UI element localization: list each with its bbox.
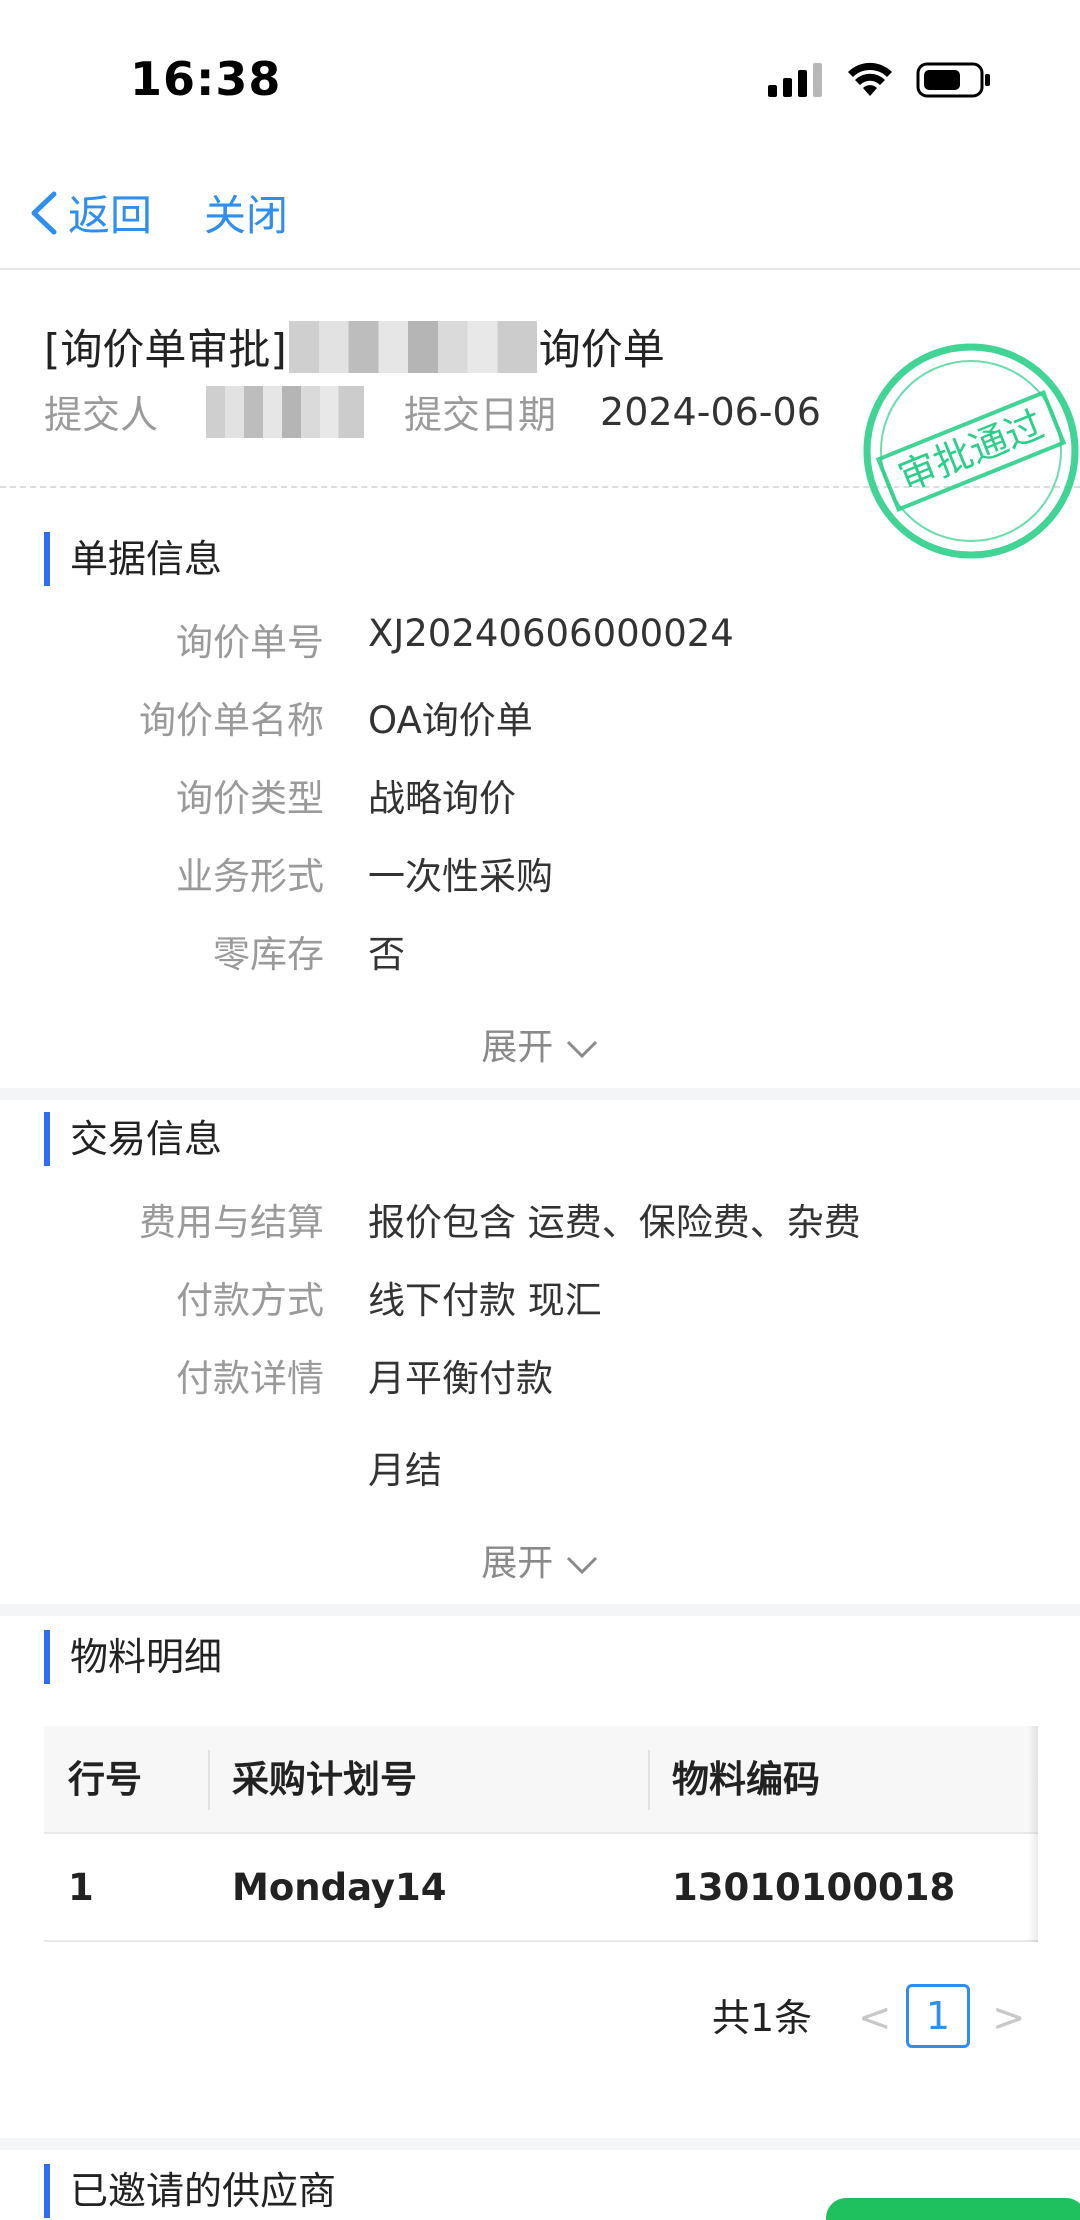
cell-material-code: 13010100018 xyxy=(672,1866,956,1909)
section-title-trade-info: 交易信息 xyxy=(44,1112,222,1166)
column-header-material-code: 物料编码 xyxy=(672,1758,820,1801)
redacted-submitter xyxy=(206,385,365,438)
column-header-line-no: 行号 xyxy=(68,1758,142,1801)
field-value-inquiry-type: 战略询价 xyxy=(368,777,516,820)
field-label-fees-settlement: 费用与结算 xyxy=(139,1201,324,1244)
pagination-total: 共1条 xyxy=(712,1996,813,2040)
field-label-payment-method: 付款方式 xyxy=(176,1279,324,1322)
field-value-fees-settlement: 报价包含 运费、保险费、杂费 xyxy=(368,1201,861,1244)
cell-line-no: 1 xyxy=(68,1866,94,1909)
field-label-payment-detail: 付款详情 xyxy=(176,1357,324,1400)
close-button[interactable]: 关闭 xyxy=(204,182,288,243)
table-header: 行号 采购计划号 物料编码 xyxy=(44,1726,1038,1834)
field-value-zero-stock: 否 xyxy=(368,933,405,976)
pagination-prev-button[interactable]: < xyxy=(858,1986,892,2050)
column-separator xyxy=(648,1750,650,1810)
field-label-inquiry-name: 询价单名称 xyxy=(139,699,324,742)
submitter-row: 提交人 提交日期 2024-06-06 xyxy=(44,384,821,439)
section-divider xyxy=(0,2138,1080,2150)
title-prefix: [询价单审批] xyxy=(44,325,287,374)
expand-label: 展开 xyxy=(481,1027,554,1068)
title-suffix: 询价单 xyxy=(538,325,665,374)
section-divider xyxy=(0,1604,1080,1616)
section-divider xyxy=(0,1088,1080,1100)
payment-note: 月结 xyxy=(368,1449,442,1492)
field-value-payment-method: 线下付款 现汇 xyxy=(368,1279,602,1322)
field-label-business-form: 业务形式 xyxy=(176,855,324,898)
column-separator xyxy=(208,1750,210,1810)
battery-icon xyxy=(916,62,990,98)
chevron-left-icon xyxy=(31,191,57,234)
field-value-business-form: 一次性采购 xyxy=(368,855,553,898)
signal-icon xyxy=(768,63,822,97)
field-value-inquiry-no: XJ20240606000024 xyxy=(368,612,734,655)
status-bar: 16:38 xyxy=(0,0,1080,160)
field-label-zero-stock: 零库存 xyxy=(213,933,324,976)
stamp-text: 审批通过 xyxy=(892,402,1049,500)
pagination-page-1[interactable]: 1 xyxy=(906,1984,970,2048)
approved-stamp: 审批通过 xyxy=(863,343,1079,559)
status-icons xyxy=(768,62,992,98)
redacted-title xyxy=(288,320,537,373)
chevron-down-icon xyxy=(566,1556,597,1575)
field-value-inquiry-name: OA询价单 xyxy=(368,699,533,742)
submit-date: 2024-06-06 xyxy=(600,389,821,434)
submitter-label: 提交人 xyxy=(44,393,159,437)
expand-trade-info-button[interactable]: 展开 xyxy=(0,1534,1080,1586)
expand-label: 展开 xyxy=(481,1543,554,1584)
section-title-doc-info: 单据信息 xyxy=(44,532,222,586)
floating-action-button[interactable] xyxy=(826,2198,1080,2220)
pagination-next-button[interactable]: > xyxy=(992,1986,1026,2050)
submit-date-label: 提交日期 xyxy=(404,393,557,437)
material-table[interactable]: 行号 采购计划号 物料编码 1 Monday14 13010100018 xyxy=(44,1726,1038,1942)
field-label-inquiry-type: 询价类型 xyxy=(176,777,324,820)
section-title-suppliers: 已邀请的供应商 xyxy=(44,2164,336,2218)
page-title: [询价单审批] 询价单 xyxy=(44,316,665,377)
nav-bar: 返回 关闭 xyxy=(0,168,1080,270)
column-header-plan-no: 采购计划号 xyxy=(232,1758,417,1801)
wifi-icon xyxy=(848,62,892,96)
cell-plan-no: Monday14 xyxy=(232,1866,447,1909)
table-row[interactable]: 1 Monday14 13010100018 xyxy=(44,1834,1038,1942)
expand-doc-info-button[interactable]: 展开 xyxy=(0,1018,1080,1070)
pagination: 共1条 < 1 > xyxy=(0,1984,1080,2050)
status-time: 16:38 xyxy=(130,52,282,106)
chevron-down-icon xyxy=(566,1040,597,1059)
field-label-inquiry-no: 询价单号 xyxy=(176,621,324,664)
back-label: 返回 xyxy=(68,191,153,240)
back-button[interactable]: 返回 xyxy=(28,182,152,243)
scroll-shadow xyxy=(1028,1726,1038,1942)
section-title-material: 物料明细 xyxy=(44,1630,222,1684)
field-value-payment-detail: 月平衡付款 xyxy=(368,1357,553,1400)
